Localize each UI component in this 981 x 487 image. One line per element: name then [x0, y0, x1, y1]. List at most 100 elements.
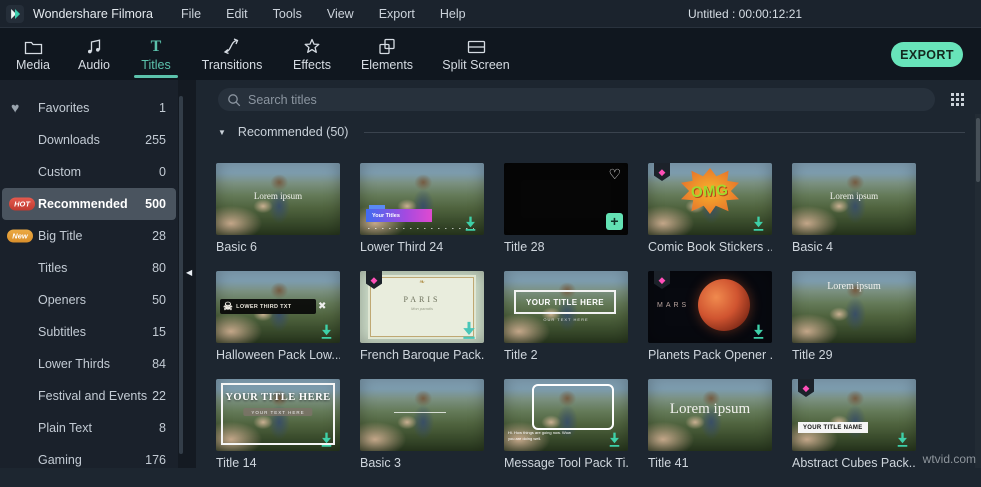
add-to-timeline-icon[interactable]: + [606, 213, 623, 230]
title-thumbnail[interactable]: Lorem ipsum [792, 163, 916, 235]
count-badge: 28 [152, 229, 166, 243]
favorite-heart-icon[interactable]: ♡ [608, 166, 621, 183]
download-icon[interactable] [462, 215, 479, 232]
title-thumbnail[interactable]: ❧ PARIS Mon paradis ◆ [360, 271, 484, 343]
download-icon[interactable] [459, 320, 479, 340]
sidebar-item-lower-thirds[interactable]: Lower Thirds 84 [0, 348, 178, 380]
thumbnail-overlay-text: Lorem ipsum [648, 401, 772, 418]
title-tile-planets-pack-opener[interactable]: MARS ◆ Planets Pack Opener ... [648, 271, 772, 379]
count-badge: 80 [152, 261, 166, 275]
title-thumbnail[interactable]: Lorem ipsum [792, 271, 916, 343]
export-button[interactable]: EXPORT [891, 42, 963, 67]
download-icon[interactable] [318, 431, 335, 448]
title-tile-abstract-cubes-pack[interactable]: ◆ YOUR TITLE NAME Abstract Cubes Pack... [792, 379, 916, 487]
search-icon [227, 93, 241, 107]
menu-export[interactable]: Export [379, 7, 415, 21]
tab-media[interactable]: Media [2, 28, 64, 80]
sidebar-item-favorites[interactable]: ♥ Favorites 1 [0, 92, 178, 124]
title-thumbnail[interactable]: ☠ LOWER THIRD TXT ✖ [216, 271, 340, 343]
sidebar-item-downloads[interactable]: Downloads 255 [0, 124, 178, 156]
comic-burst: OMG [681, 168, 739, 214]
title-tile-title-2[interactable]: YOUR TITLE HERE OUR TEXT HERE Title 2 [504, 271, 628, 379]
title-tile-title-29[interactable]: Lorem ipsum Title 29 [792, 271, 916, 379]
title-thumbnail[interactable]: MARS ◆ [648, 271, 772, 343]
new-badge: New [7, 230, 33, 243]
content-scrollbar[interactable] [975, 114, 981, 468]
tab-transitions[interactable]: Transitions [188, 28, 276, 80]
tab-split-screen[interactable]: Split Screen [426, 28, 526, 80]
content-scrollbar-thumb[interactable] [976, 118, 980, 182]
thumbnail-overlay-text: Lorem ipsum [792, 191, 916, 201]
title-tile-message-tool-pack[interactable]: Hi. How things are going now. Wow you ar… [504, 379, 628, 487]
title-thumbnail[interactable]: YOUR TITLE HERE OUR TEXT HERE [504, 271, 628, 343]
filmora-logo-icon [6, 5, 24, 23]
sidebar-scrollbar[interactable] [179, 96, 183, 454]
menu-help[interactable]: Help [440, 7, 466, 21]
tab-label: Transitions [202, 58, 263, 72]
menu-file[interactable]: File [181, 7, 201, 21]
sidebar-item-big-title[interactable]: New Big Title 28 [0, 220, 178, 252]
title-tile-halloween-pack[interactable]: ☠ LOWER THIRD TXT ✖ Halloween Pack Low..… [216, 271, 340, 379]
download-icon[interactable] [894, 431, 911, 448]
title-thumbnail[interactable]: Lorem ipsum [648, 379, 772, 451]
sidebar-item-titles[interactable]: Titles 80 [0, 252, 178, 284]
sidebar-item-plain-text[interactable]: Plain Text 8 [0, 412, 178, 444]
effects-star-icon [303, 36, 321, 55]
title-thumbnail[interactable]: ◆ YOUR TITLE NAME [792, 379, 916, 451]
tab-effects[interactable]: Effects [276, 28, 348, 80]
tab-label: Titles [141, 58, 170, 72]
title-tile-basic-3[interactable]: Basic 3 [360, 379, 484, 487]
menu-edit[interactable]: Edit [226, 7, 248, 21]
crossbones-icon: ✖ [318, 301, 326, 312]
tile-label: Title 2 [504, 348, 628, 362]
thumbnail-overlay-subtext: YOUR TEXT HERE [243, 408, 312, 416]
download-icon[interactable] [750, 215, 767, 232]
title-thumbnail[interactable]: Your Titles [360, 163, 484, 235]
sidebar-item-gaming[interactable]: Gaming 176 [0, 444, 178, 476]
tab-label: Media [16, 58, 50, 72]
tile-label: Title 29 [792, 348, 916, 362]
title-thumbnail[interactable]: ◆ OMG [648, 163, 772, 235]
search-bar[interactable] [218, 88, 935, 111]
thumbnail-overlay-text: Lorem ipsum [792, 281, 916, 292]
mars-planet-graphic [698, 279, 750, 331]
title-thumbnail[interactable]: ♡ + [504, 163, 628, 235]
title-tile-title-14[interactable]: YOUR TITLE HERE YOUR TEXT HERE Title 14 [216, 379, 340, 487]
sidebar-item-recommended[interactable]: HOT Recommended 500 [2, 188, 176, 220]
sidebar-item-custom[interactable]: Custom 0 [0, 156, 178, 188]
section-header: ▼ Recommended (50) [218, 124, 965, 140]
tab-titles[interactable]: T Titles [124, 28, 188, 80]
menu-tools[interactable]: Tools [273, 7, 302, 21]
sidebar-item-subtitles[interactable]: Subtitles 15 [0, 316, 178, 348]
title-thumbnail[interactable]: Hi. How things are going now. Wow you ar… [504, 379, 628, 451]
chevron-down-icon[interactable]: ▼ [218, 128, 226, 137]
sidebar: ♥ Favorites 1 Downloads 255 Custom 0 HOT… [0, 80, 178, 468]
thumbnail-overlay-text: MARS [657, 302, 689, 309]
download-icon[interactable] [750, 323, 767, 340]
title-tile-title-28[interactable]: ♡ + Title 28 [504, 163, 628, 271]
download-icon[interactable] [606, 431, 623, 448]
tab-label: Effects [293, 58, 331, 72]
title-thumbnail[interactable] [360, 379, 484, 451]
title-thumbnail[interactable]: Lorem ipsum [216, 163, 340, 235]
title-tile-comic-book-stickers[interactable]: ◆ OMG Comic Book Stickers ... [648, 163, 772, 271]
search-input[interactable] [248, 93, 935, 107]
title-thumbnail[interactable]: YOUR TITLE HERE YOUR TEXT HERE [216, 379, 340, 451]
grid-view-icon[interactable] [951, 93, 964, 106]
tab-elements[interactable]: Elements [348, 28, 426, 80]
titles-t-icon: T [151, 36, 162, 55]
sidebar-item-openers[interactable]: Openers 50 [0, 284, 178, 316]
tab-audio[interactable]: Audio [64, 28, 124, 80]
title-tile-basic-6[interactable]: Lorem ipsum Basic 6 [216, 163, 340, 271]
title-tile-lower-third-24[interactable]: Your Titles Lower Third 24 [360, 163, 484, 271]
sidebar-item-festival-and-events[interactable]: Festival and Events 22 [0, 380, 178, 412]
title-tile-basic-4[interactable]: Lorem ipsum Basic 4 [792, 163, 916, 271]
thin-line-overlay [394, 412, 446, 413]
download-icon[interactable] [318, 323, 335, 340]
top-menu-bar: Wondershare Filmora File Edit Tools View… [0, 0, 981, 28]
title-tile-french-baroque-pack[interactable]: ❧ PARIS Mon paradis ◆ French Baroque Pac… [360, 271, 484, 379]
menu-view[interactable]: View [327, 7, 354, 21]
sidebar-collapse-icon[interactable]: ◀ [186, 268, 192, 277]
title-tile-title-41[interactable]: Lorem ipsum Title 41 [648, 379, 772, 487]
count-badge: 1 [159, 101, 166, 115]
